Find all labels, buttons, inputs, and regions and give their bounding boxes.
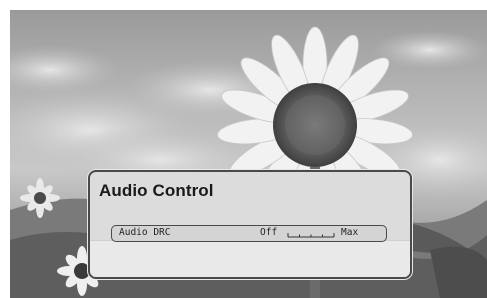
audio-drc-level-slider[interactable]	[287, 230, 335, 238]
audio-drc-setting-row[interactable]: Audio DRC Off Max	[111, 225, 387, 242]
dialog-footer-area	[90, 240, 410, 277]
background-photo: Audio Control Audio DRC Off Max	[10, 10, 487, 298]
audio-drc-label: Audio DRC	[119, 227, 171, 238]
slider-max-label: Max	[341, 227, 359, 238]
audio-control-dialog: Audio Control Audio DRC Off Max	[88, 170, 412, 279]
slider-min-label: Off	[260, 227, 278, 238]
dialog-title: Audio Control	[99, 181, 214, 200]
